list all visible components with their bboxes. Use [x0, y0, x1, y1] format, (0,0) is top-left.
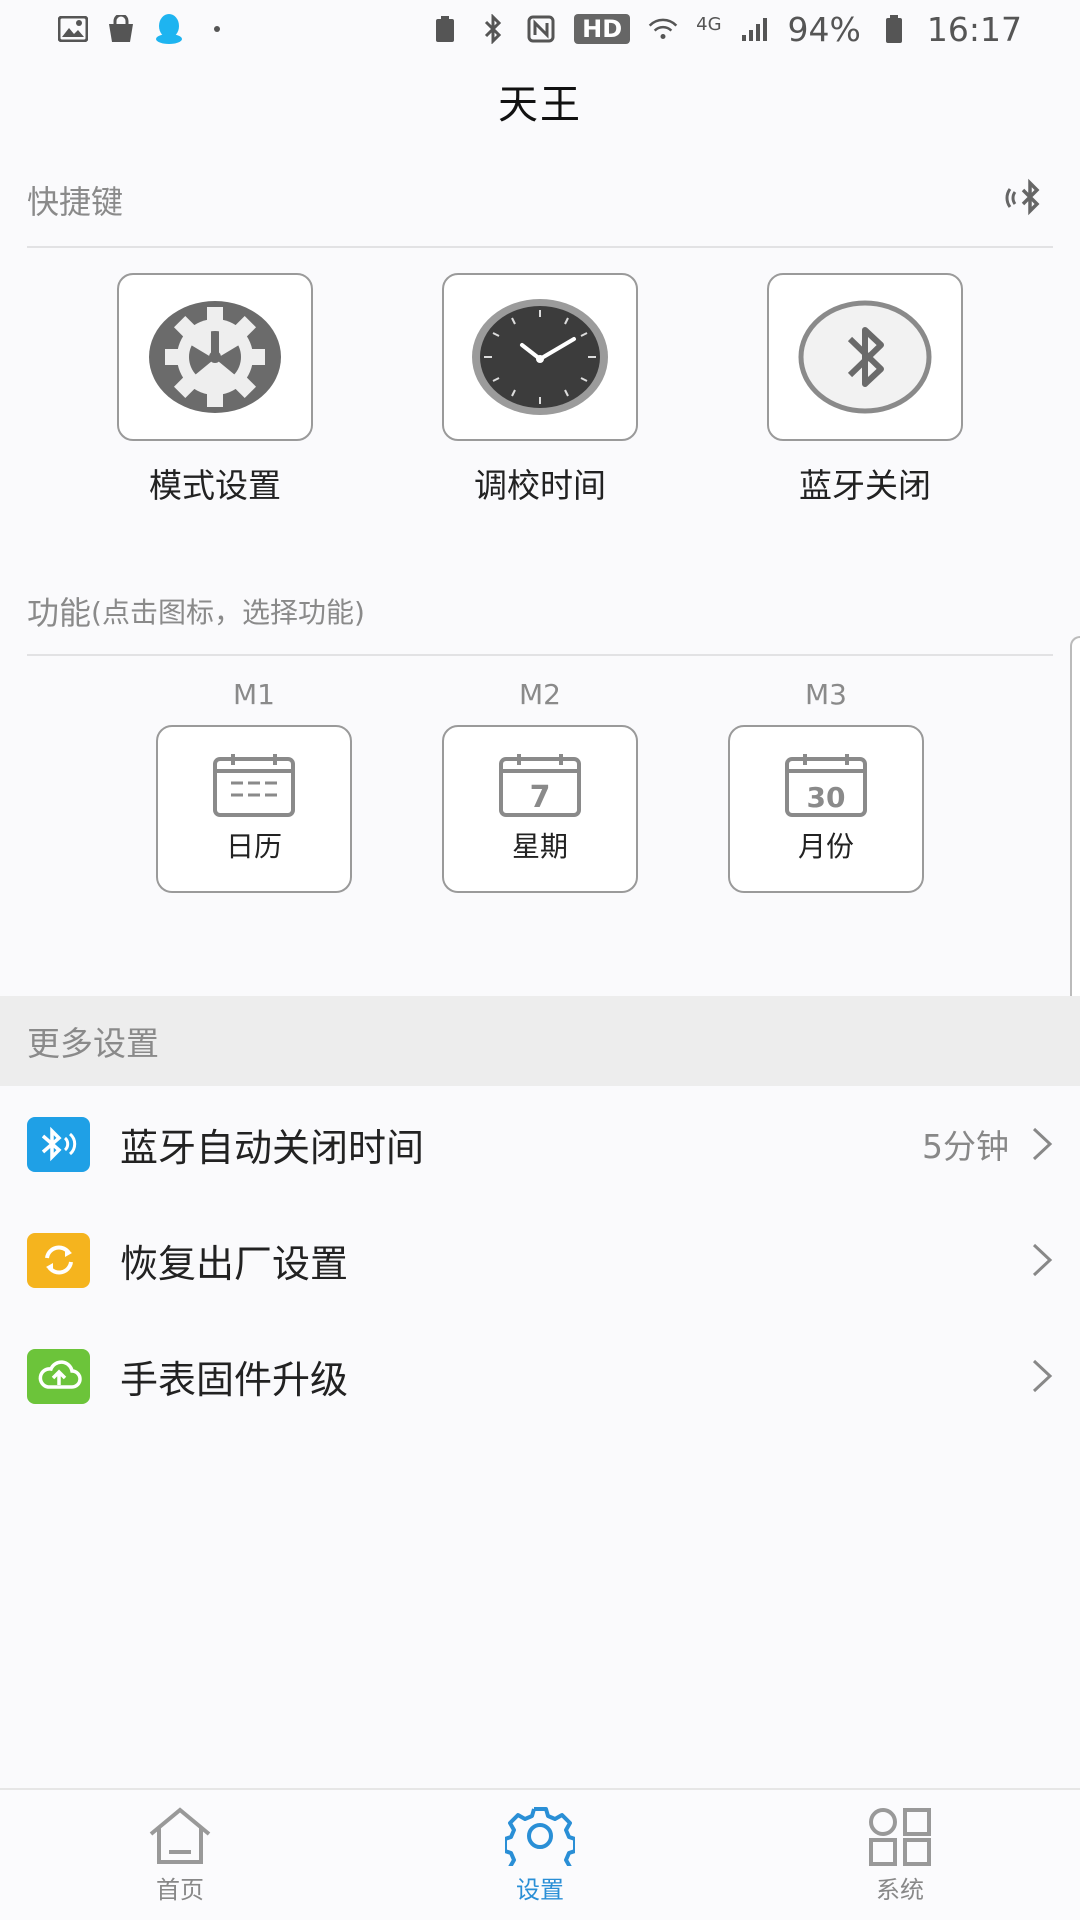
functions-divider	[27, 654, 1053, 656]
setting-row-label: 手表固件升级	[120, 1357, 349, 1402]
calendar-week-icon: 7	[499, 754, 581, 817]
calendar-month-number: 30	[807, 781, 846, 814]
functions-header-label: 功能	[27, 594, 92, 632]
dot-icon	[202, 14, 232, 44]
grid-icon	[869, 1807, 931, 1866]
shortcut-mode-settings[interactable]: 模式设置	[117, 273, 313, 507]
status-bar: HD 4G 94% 16:17	[0, 0, 1080, 58]
setting-row-factory-reset[interactable]: 恢复出厂设置	[0, 1202, 1080, 1318]
function-slot-m1-label: 日历	[225, 830, 282, 863]
calendar-week-number: 7	[530, 780, 551, 815]
function-slot-m2-label: 星期	[511, 830, 568, 863]
calendar-icon	[213, 754, 295, 817]
wifi-icon	[648, 14, 678, 44]
battery-saver-icon	[430, 14, 460, 44]
more-settings-header-label: 更多设置	[27, 1024, 159, 1063]
functions-header: 功能 (点击图标，选择功能)	[27, 588, 1053, 634]
shortcut-adjust-time[interactable]: 调校时间	[442, 273, 638, 507]
function-slot-m3-tile[interactable]: 30 月份	[728, 725, 924, 893]
function-slot-m3-label: 月份	[797, 830, 854, 863]
setting-row-bluetooth-timeout[interactable]: 蓝牙自动关闭时间 5分钟	[0, 1086, 1080, 1202]
side-panel-handle[interactable]	[1070, 636, 1080, 1028]
hd-badge: HD	[574, 13, 631, 45]
clock-icon	[472, 299, 608, 415]
nav-settings-label: 设置	[516, 1875, 564, 1904]
slot-label: M2	[519, 678, 561, 711]
slot-label: M3	[805, 678, 847, 711]
clock-time: 16:17	[926, 9, 1022, 49]
shortcut-bluetooth-off[interactable]: 蓝牙关闭	[767, 273, 963, 507]
more-settings-header: 更多设置	[0, 996, 1080, 1086]
bluetooth-status-icon	[478, 14, 508, 44]
calendar-month-icon: 30	[785, 754, 867, 817]
nfc-icon	[526, 14, 556, 44]
chevron-right-icon	[1031, 1242, 1053, 1278]
chevron-right-icon	[1031, 1358, 1053, 1394]
shopping-bag-icon	[106, 14, 136, 44]
functions-hint: (点击图标，选择功能)	[91, 596, 365, 629]
settings-icon	[505, 1806, 575, 1866]
network-type: 4G	[696, 13, 722, 35]
shortcut-bluetooth-off-label: 蓝牙关闭	[799, 466, 931, 505]
battery-icon	[879, 14, 909, 44]
function-slot-m1-tile[interactable]: 日历	[156, 725, 352, 893]
slot-label: M1	[233, 678, 275, 711]
gear-icon	[149, 301, 281, 413]
signal-icon	[740, 14, 770, 44]
function-slot-m3[interactable]: M3 30 月份	[728, 678, 924, 893]
setting-row-label: 蓝牙自动关闭时间	[120, 1125, 425, 1170]
page-title: 天王	[498, 82, 582, 128]
shortcut-adjust-time-label: 调校时间	[474, 466, 606, 505]
shortcut-bluetooth-off-tile[interactable]	[767, 273, 963, 441]
bluetooth-scan-icon[interactable]	[1005, 176, 1053, 224]
function-slot-m2[interactable]: M2 7 星期	[442, 678, 638, 893]
qq-icon	[154, 14, 184, 44]
shortcuts-divider	[27, 246, 1053, 248]
shortcuts-header: 快捷键	[27, 176, 1053, 224]
gallery-icon	[58, 14, 88, 44]
cloud-upload-icon	[27, 1348, 90, 1404]
shortcuts-header-label: 快捷键	[27, 183, 124, 221]
setting-row-value: 5分钟	[922, 1127, 1009, 1166]
bottom-nav: 首页 设置 系统	[0, 1788, 1080, 1920]
setting-row-label: 恢复出厂设置	[120, 1241, 349, 1286]
nav-system[interactable]: 系统	[720, 1790, 1080, 1920]
shortcut-mode-settings-tile[interactable]	[117, 273, 313, 441]
chevron-right-icon	[1031, 1126, 1053, 1162]
nav-settings[interactable]: 设置	[360, 1790, 720, 1920]
bluetooth-timer-icon	[27, 1116, 90, 1172]
setting-row-firmware-upgrade[interactable]: 手表固件升级	[0, 1318, 1080, 1434]
nav-home[interactable]: 首页	[0, 1790, 360, 1920]
function-slot-m1[interactable]: M1 日历	[156, 678, 352, 893]
function-slot-m2-tile[interactable]: 7 星期	[442, 725, 638, 893]
shortcut-mode-settings-label: 模式设置	[149, 466, 281, 505]
nav-system-label: 系统	[876, 1875, 924, 1904]
bluetooth-icon	[798, 300, 932, 414]
nav-home-label: 首页	[156, 1875, 204, 1904]
home-icon	[149, 1806, 211, 1864]
battery-percent: 94%	[787, 9, 861, 49]
shortcut-adjust-time-tile[interactable]	[442, 273, 638, 441]
refresh-icon	[27, 1232, 90, 1288]
